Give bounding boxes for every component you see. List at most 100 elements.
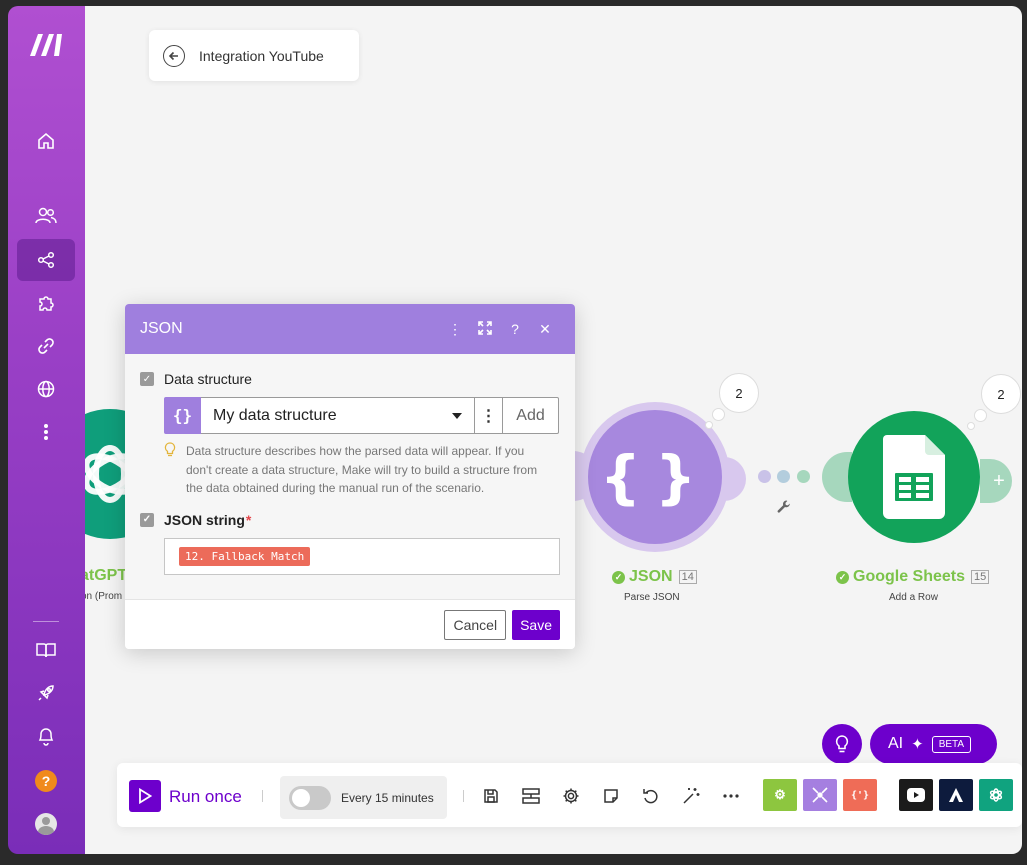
sparkle-icon: ✦	[911, 736, 924, 753]
sheets-module-id: 15	[971, 570, 990, 584]
magic-wand-icon[interactable]	[682, 787, 700, 805]
save-button[interactable]: Save	[512, 609, 560, 640]
openai-app-icon[interactable]	[979, 779, 1013, 811]
json-braces-icon: {}	[599, 443, 711, 511]
connector-dot[interactable]	[797, 470, 810, 483]
notes-icon[interactable]	[602, 787, 620, 805]
beta-badge: BETA	[931, 735, 972, 753]
toolbar-divider	[463, 790, 464, 802]
text-parser-icon[interactable]: {'}	[843, 779, 877, 811]
settings-gear-icon[interactable]	[562, 787, 580, 805]
scenario-title[interactable]: Integration YouTube	[199, 48, 324, 64]
sheets-module-subtitle: Add a Row	[889, 592, 938, 603]
data-structure-hint: Data structure describes how the parsed …	[164, 442, 560, 498]
hint-text: Data structure describes how the parsed …	[186, 444, 538, 495]
scenario-canvas[interactable]: Integration YouTube atGPT on (Prom {} 2 …	[85, 6, 1022, 854]
chatgpt-module-subtitle: on (Prom	[85, 591, 123, 602]
json-module-id: 14	[678, 570, 697, 584]
google-sheets-icon	[883, 435, 945, 519]
add-structure-button[interactable]: Add	[503, 397, 559, 434]
home-icon[interactable]	[17, 120, 75, 162]
schedule-toggle[interactable]	[289, 785, 331, 810]
google-sheets-module[interactable]	[848, 411, 980, 543]
team-icon[interactable]	[17, 195, 75, 237]
cancel-button[interactable]: Cancel	[444, 609, 507, 640]
play-icon	[139, 788, 152, 804]
connector-dot[interactable]	[777, 470, 790, 483]
expand-icon[interactable]	[470, 320, 500, 338]
data-structure-braces-icon: {}	[164, 397, 201, 434]
dialog-more-icon[interactable]: ⋮	[440, 321, 470, 338]
json-module-subtitle: Parse JSON	[624, 592, 680, 603]
sheets-module-name: Google Sheets	[853, 568, 966, 585]
close-icon[interactable]: ✕	[530, 321, 560, 338]
json-string-checkbox[interactable]: ✓	[140, 512, 154, 527]
add-module-plus-icon[interactable]: +	[980, 459, 1012, 503]
dialog-body: ✓ Data structure {} My data structure ⋮ …	[125, 354, 575, 599]
save-icon[interactable]	[482, 787, 500, 805]
auto-align-icon[interactable]	[522, 787, 540, 805]
connections-link-icon[interactable]	[17, 325, 75, 367]
sheets-operations-bubble[interactable]: 2	[981, 374, 1021, 414]
ai-label: AI	[888, 735, 904, 752]
data-structure-checkbox[interactable]: ✓	[140, 372, 154, 386]
wrench-icon[interactable]	[776, 499, 792, 520]
ai-assistant-button[interactable]: AI ✦ BETA	[870, 724, 997, 764]
back-arrow-icon[interactable]	[163, 44, 185, 67]
more-horizontal-icon[interactable]	[722, 787, 740, 805]
dialog-footer: Cancel Save	[125, 599, 575, 649]
rocket-icon[interactable]	[17, 672, 75, 714]
data-structure-select-row: {} My data structure ⋮ Add	[164, 397, 560, 434]
dialog-header: JSON ⋮ ? ✕	[125, 304, 575, 354]
required-mark: *	[245, 511, 252, 528]
youtube-app-icon[interactable]	[899, 779, 933, 811]
json-module-label: ✓ JSON 14	[612, 568, 697, 586]
flow-control-icon[interactable]	[803, 779, 837, 811]
structure-options-more-icon[interactable]: ⋮	[475, 397, 503, 434]
apps-puzzle-icon[interactable]	[17, 282, 75, 324]
chevron-down-icon	[452, 412, 462, 419]
schedule-control[interactable]: Every 15 minutes	[280, 776, 447, 819]
undo-history-icon[interactable]	[642, 787, 660, 805]
globe-icon[interactable]	[17, 368, 75, 410]
book-icon[interactable]	[17, 629, 75, 671]
lightbulb-icon	[835, 735, 849, 753]
help-question-icon[interactable]: ?	[17, 760, 75, 802]
run-once-label[interactable]: Run once	[169, 787, 242, 807]
schedule-text: Every 15 minutes	[341, 790, 434, 805]
json-module[interactable]: {}	[588, 410, 722, 544]
json-module-dialog: JSON ⋮ ? ✕ ✓ Data structure {} My data s…	[125, 304, 575, 649]
check-icon: ✓	[836, 570, 849, 584]
help-icon[interactable]: ?	[500, 321, 530, 337]
bottom-toolbar: Run once Every 15 minutes ⚙ {'}	[117, 763, 1022, 827]
lightbulb-button[interactable]	[822, 724, 862, 764]
run-once-button[interactable]	[129, 780, 161, 812]
json-string-field-label: ✓ JSON string *	[140, 512, 560, 528]
chatgpt-module-label: atGPT	[85, 567, 128, 584]
data-structure-field-label: ✓ Data structure	[140, 371, 560, 387]
sidebar-divider	[33, 621, 59, 622]
json-string-input[interactable]: 12. Fallback Match	[164, 537, 560, 575]
sidebar: ?	[8, 6, 85, 854]
make-logo-icon[interactable]	[28, 30, 66, 58]
json-string-label: JSON string	[164, 511, 245, 528]
connector-dot[interactable]	[758, 470, 771, 483]
scenarios-icon[interactable]	[17, 239, 75, 281]
json-operations-bubble[interactable]: 2	[719, 373, 759, 413]
more-vertical-icon[interactable]	[17, 411, 75, 453]
app-logo-icon[interactable]	[939, 779, 973, 811]
bubble-tail-dot	[705, 421, 713, 429]
bell-icon[interactable]	[17, 715, 75, 757]
avatar[interactable]	[17, 803, 75, 845]
bubble-tail-dot	[967, 422, 975, 430]
bubble-tail-dot	[712, 408, 725, 421]
json-module-name: JSON	[629, 568, 673, 585]
bubble-tail-dot	[974, 409, 987, 422]
data-structure-select[interactable]: My data structure	[201, 397, 475, 434]
check-icon: ✓	[612, 570, 625, 584]
selected-structure: My data structure	[213, 406, 337, 424]
scenario-header: Integration YouTube	[149, 30, 359, 81]
mapped-variable-pill[interactable]: 12. Fallback Match	[179, 546, 311, 566]
tools-app-icon[interactable]: ⚙	[763, 779, 797, 811]
data-structure-label: Data structure	[164, 371, 252, 387]
